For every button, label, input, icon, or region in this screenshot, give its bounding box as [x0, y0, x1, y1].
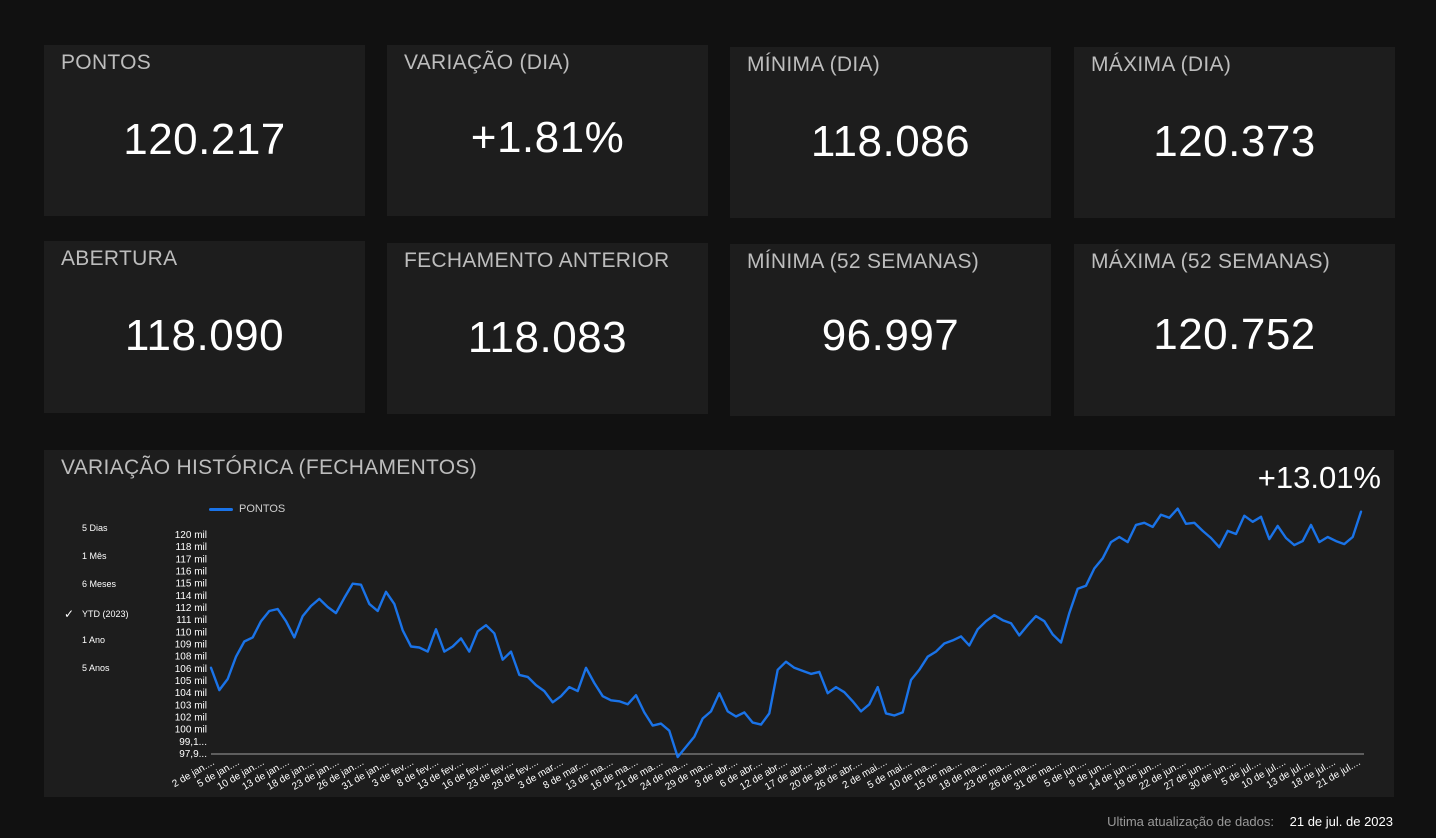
card-title: MÍNIMA (52 SEMANAS) [747, 250, 980, 273]
y-tick-label: 111 mil [176, 615, 207, 626]
y-tick-label: 103 mil [175, 700, 207, 711]
card-title: ABERTURA [61, 247, 178, 270]
card-fechamento-anterior: FECHAMENTO ANTERIOR 118.083 [387, 243, 708, 414]
card-title: PONTOS [61, 51, 152, 74]
y-tick-label: 109 mil [175, 640, 207, 651]
historical-chart-panel: VARIAÇÃO HISTÓRICA (FECHAMENTOS) +13.01%… [44, 450, 1394, 797]
y-tick-label: 120 mil [175, 530, 207, 541]
card-value: 96.997 [821, 311, 960, 360]
last-update-value: 21 de jul. de 2023 [1289, 814, 1393, 829]
card-variacao-dia: VARIAÇÃO (DIA) +1.81% [387, 45, 708, 216]
card-title: MÁXIMA (52 SEMANAS) [1091, 250, 1331, 273]
y-tick-label: 117 mil [176, 554, 208, 565]
y-tick-label: 106 mil [175, 664, 207, 675]
y-tick-label: 112 mil [176, 603, 208, 614]
y-tick-label: 97,9... [179, 749, 207, 760]
card-value: 118.090 [124, 311, 285, 360]
card-abertura: ABERTURA 118.090 [44, 241, 365, 413]
y-tick-label: 115 mil [176, 579, 208, 590]
card-value: 120.373 [1153, 117, 1316, 166]
card-title: MÁXIMA (DIA) [1091, 53, 1232, 76]
card-minima-52-semanas: MÍNIMA (52 SEMANAS) 96.997 [730, 244, 1051, 416]
card-value: 118.083 [467, 313, 628, 362]
y-tick-label: 110 mil [176, 627, 208, 638]
y-tick-label: 118 mil [176, 542, 208, 553]
card-title: VARIAÇÃO (DIA) [404, 51, 570, 74]
card-title: MÍNIMA (DIA) [747, 53, 881, 76]
y-tick-label: 108 mil [175, 652, 207, 663]
card-maxima-dia: MÁXIMA (DIA) 120.373 [1074, 47, 1395, 218]
last-update-label: Ultima atualização de dados: [1107, 814, 1274, 829]
y-tick-label: 100 mil [175, 725, 207, 736]
card-maxima-52-semanas: MÁXIMA (52 SEMANAS) 120.752 [1074, 244, 1395, 416]
y-tick-label: 116 mil [176, 567, 208, 578]
y-tick-label: 105 mil [175, 676, 207, 687]
card-value: 120.217 [123, 115, 286, 164]
series-line-pontos [209, 507, 1363, 759]
card-title: FECHAMENTO ANTERIOR [404, 249, 670, 272]
card-pontos: PONTOS 120.217 [44, 45, 365, 216]
y-tick-label: 99,1... [179, 737, 207, 748]
last-update: Ultima atualização de dados: 21 de jul. … [1107, 814, 1393, 829]
card-value: +1.81% [470, 113, 625, 162]
y-tick-label: 102 mil [175, 713, 207, 724]
line-chart[interactable]: 97,9...99,1...100 mil102 mil 103 mil104 m… [44, 450, 1394, 797]
card-value: 120.752 [1153, 310, 1316, 359]
card-minima-dia: MÍNIMA (DIA) 118.086 [730, 47, 1051, 218]
y-tick-label: 114 mil [176, 591, 208, 602]
y-tick-label: 104 mil [175, 688, 207, 699]
card-value: 118.086 [810, 117, 971, 166]
